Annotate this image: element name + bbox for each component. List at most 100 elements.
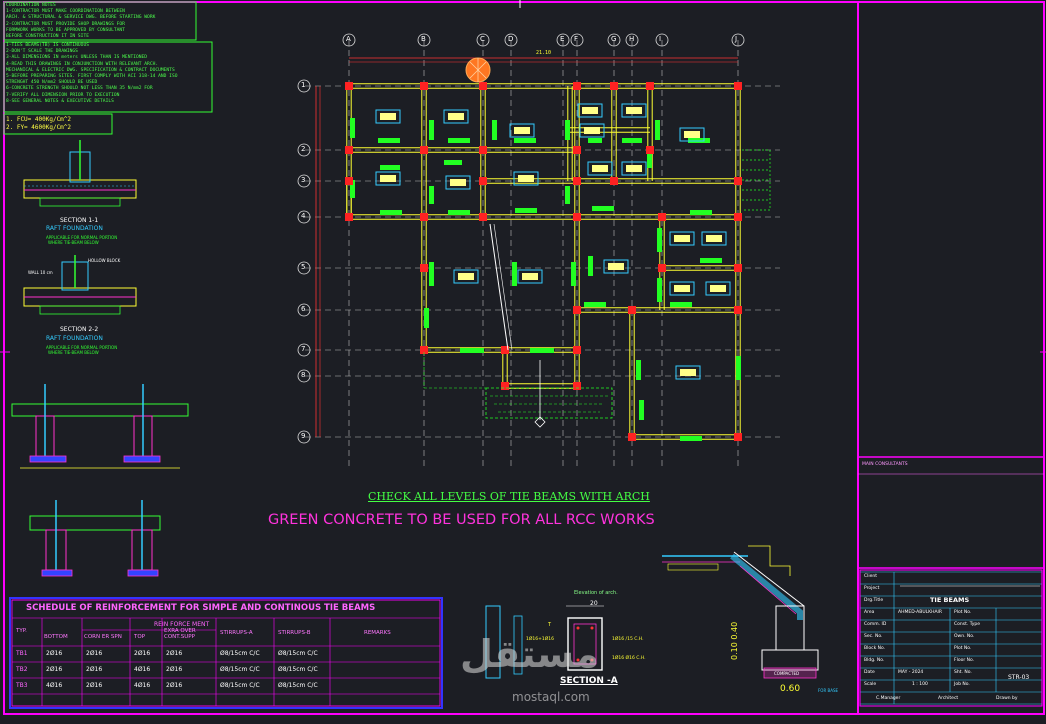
beam-tag-fill — [522, 273, 538, 280]
grid-label-column: E — [560, 35, 565, 43]
schedule-value-cell: Ø8/15cm C/C — [220, 666, 260, 673]
beam-tag-fill — [450, 179, 466, 186]
column-mark — [628, 433, 636, 441]
column-mark — [573, 177, 581, 185]
column-mark — [345, 146, 353, 154]
schedule-value-cell: 2Ø16 — [46, 650, 63, 657]
tie-beam-mark — [429, 262, 434, 286]
title-block-area-value: AHMED-ABULKHAIR — [898, 610, 943, 615]
schedule-header-cell: TYP. — [16, 628, 27, 634]
tie-beam-mark — [584, 302, 606, 307]
beam-tag-fill — [626, 165, 642, 172]
title-block-drawing-title: TIE BEAMS — [930, 596, 970, 604]
title-block-drawing-title-label: Drg.Title — [864, 598, 884, 603]
beam-tag-fill — [458, 273, 474, 280]
column-mark — [479, 146, 487, 154]
title-block-grid — [859, 569, 1043, 707]
title-block-area-label: Area — [864, 610, 875, 615]
beam-tag-fill — [674, 235, 690, 242]
title-block-comm-id: Comm. ID — [864, 622, 887, 627]
beam-tag-fill — [626, 107, 642, 114]
cad-drawing-canvas[interactable] — [0, 0, 1046, 724]
column-mark — [345, 213, 353, 221]
title-block-block-no: Block No. — [864, 646, 886, 651]
stair-compacted-label: COMPACTED — [774, 671, 800, 676]
column-marks — [345, 82, 742, 441]
title-block-project: Project — [864, 586, 880, 591]
title-block-drawing-number: STR-03 — [1008, 674, 1030, 681]
title-block-scale-value: 1 : 100 — [912, 682, 928, 687]
beam-tags — [375, 103, 731, 380]
tie-beam-mark — [655, 120, 660, 140]
tie-beam-mark — [565, 120, 570, 140]
wall-thickness-label: WALL 10 cm — [28, 270, 53, 275]
beam-tag-fill — [582, 107, 598, 114]
section-a-bars-2: 1Ø16 /15 C.H. — [612, 637, 644, 642]
tie-beam-mark — [460, 348, 484, 353]
beam-section-detail — [29, 500, 161, 577]
plan-caption-levels: CHECK ALL LEVELS OF TIE BEAMS WITH ARCH — [368, 490, 650, 503]
column-mark — [610, 177, 618, 185]
tie-beam-mark — [492, 120, 497, 140]
title-block-sec-no: Sec. No. — [864, 634, 883, 639]
tie-beam-mark — [588, 256, 593, 276]
beam-tag-fill — [514, 127, 530, 134]
stair-base-note: FOR BASE — [818, 688, 839, 693]
schedule-value-cell: Ø8/15cm C/C — [220, 682, 260, 689]
general-note-line: 4-READ THIS DRAWINGS IN CONJUNCTION WITH… — [6, 61, 159, 67]
column-mark — [573, 382, 581, 390]
beam-tag-fill — [608, 263, 624, 270]
grid-label-column: G — [611, 35, 617, 43]
watermark-arabic: مستقل — [460, 632, 599, 676]
grid-label-column: I — [659, 35, 662, 43]
section-a-dim: 20 — [590, 600, 598, 607]
beam-tag-fill — [518, 175, 534, 182]
title-block-frame — [859, 569, 1043, 707]
column-mark — [420, 82, 428, 90]
grid-label-row: 1 — [301, 81, 306, 89]
title-block-client: Client — [864, 574, 878, 579]
column-mark — [420, 264, 428, 272]
tie-beam-mark — [350, 118, 355, 138]
grid-label-row: 3 — [301, 176, 306, 184]
column-mark — [628, 306, 636, 314]
column-mark — [479, 177, 487, 185]
schedule-value-cell: Ø8/15cm C/C — [278, 666, 318, 673]
tie-beam-mark — [444, 160, 462, 165]
grid-label-row: 6 — [301, 305, 306, 313]
column-mark — [734, 306, 742, 314]
column-mark — [734, 433, 742, 441]
tie-beam-mark — [448, 210, 470, 215]
section-2-2-detail — [23, 255, 137, 315]
column-mark — [734, 213, 742, 221]
section-2-2-note2: WHERE TIE-BEAM BELOW — [48, 350, 99, 355]
schedule-header-cell: BOTTOM — [44, 634, 68, 640]
title-block-plot-no: Plot No. — [954, 610, 972, 615]
tie-beam-mark — [670, 302, 692, 307]
tie-beam-mark — [378, 138, 400, 143]
column-mark — [573, 306, 581, 314]
section-a-bars-3: 1Ø16 Ø16 C.H. — [612, 656, 646, 661]
section-a-title: SECTION -A — [560, 676, 618, 686]
column-mark — [658, 264, 666, 272]
column-mark — [573, 82, 581, 90]
title-block-plot-no2: Plot No. — [954, 646, 972, 651]
title-block-sign2: Architect — [938, 696, 959, 701]
title-block-own-no: Own. No. — [954, 634, 975, 639]
grid-label-column: B — [421, 35, 426, 43]
tie-beam-mark — [700, 258, 722, 263]
column-mark — [573, 146, 581, 154]
title-block-job-no: Job No. — [954, 682, 970, 687]
watermark-latin: mostaql.com — [512, 690, 590, 704]
tie-beam-marks — [350, 118, 741, 441]
tie-beam-mark — [429, 120, 434, 140]
material-note-line: 1. FCU= 400Kg/Cm^2 — [6, 116, 72, 123]
schedule-header-cell: REMARKS — [364, 630, 391, 636]
title-block-bldg-no: Bldg. No. — [864, 658, 885, 663]
schedule-value-cell: 2Ø16 — [166, 666, 183, 673]
plan-caption-concrete: GREEN CONCRETE TO BE USED FOR ALL RCC WO… — [268, 512, 655, 528]
coordination-note-line: BEFORE CONSTRUCTION IT IN SITE — [6, 34, 89, 40]
schedule-value-cell: 4Ø16 — [134, 666, 151, 673]
column-mark — [573, 346, 581, 354]
material-notes-list: 1. FCU= 400Kg/Cm^2 2. FY= 4600Kg/Cm^2 — [6, 116, 71, 132]
